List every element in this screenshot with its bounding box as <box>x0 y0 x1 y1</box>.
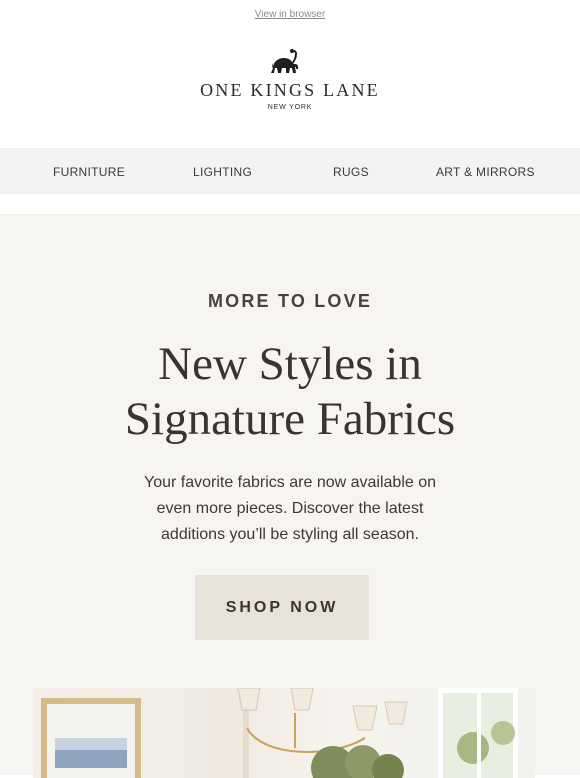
shop-now-button[interactable]: SHOP NOW <box>195 575 369 640</box>
hero-headline: New Styles in Signature Fabrics <box>0 337 580 447</box>
nav-item-rugs[interactable]: RUGS <box>333 165 369 179</box>
top-bar: View in browser <box>0 0 580 30</box>
view-in-browser-link[interactable]: View in browser <box>0 9 580 20</box>
brand-location: NEW YORK <box>267 104 313 111</box>
nav-item-furniture[interactable]: FURNITURE <box>53 165 125 179</box>
nav-item-lighting[interactable]: LIGHTING <box>193 165 252 179</box>
body-line-2: even more pieces. Discover the latest <box>156 500 424 517</box>
hero-section: MORE TO LOVE New Styles in Signature Fab… <box>0 215 580 778</box>
headline-line-1: New Styles in <box>158 338 422 390</box>
headline-line-2: Signature Fabrics <box>124 393 456 445</box>
nav-item-art-mirrors[interactable]: ART & MIRRORS <box>436 165 535 179</box>
brand-logo[interactable]: ONE KINGS LANE NEW YORK <box>0 30 580 148</box>
main-navigation: FURNITURE LIGHTING RUGS ART & MIRRORS <box>0 148 580 194</box>
body-line-3: additions you’ll be styling all season. <box>161 526 419 543</box>
elephant-icon <box>271 49 298 73</box>
hero-body: Your favorite fabrics are now available … <box>90 470 490 548</box>
brand-name: ONE KINGS LANE <box>200 80 380 100</box>
hero-photo[interactable] <box>33 688 535 778</box>
hero-eyebrow: MORE TO LOVE <box>207 291 373 311</box>
section-divider <box>0 194 580 215</box>
body-line-1: Your favorite fabrics are now available … <box>143 474 437 491</box>
room-scene-illustration <box>41 688 518 778</box>
